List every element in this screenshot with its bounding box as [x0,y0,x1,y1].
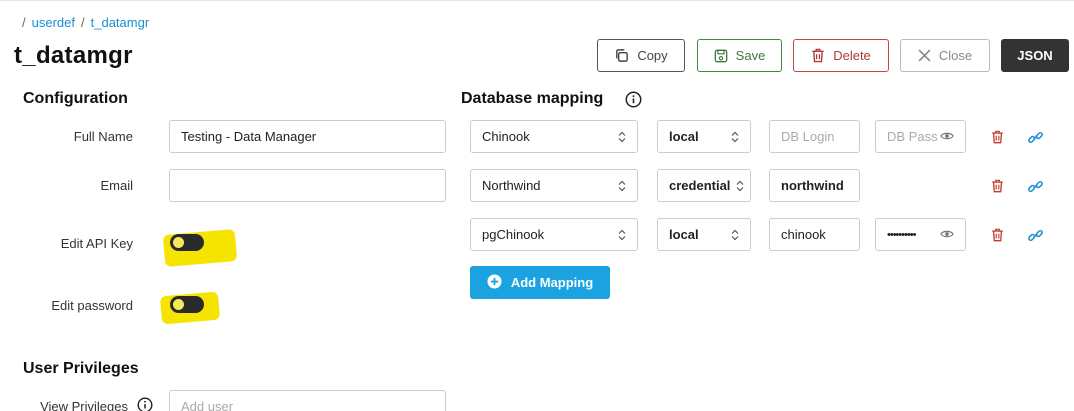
delete-mapping-icon[interactable] [988,177,1006,195]
mapping-password-placeholder: DB Pass [887,129,938,144]
trash-icon [811,48,825,63]
mapping-database-select[interactable]: Chinook [470,120,638,153]
copy-icon [614,48,629,63]
delete-mapping-icon[interactable] [988,128,1006,146]
database-mapping-title: Database mapping [461,90,604,107]
delete-button[interactable]: Delete [793,39,889,72]
edit-password-label: Edit password [51,298,133,313]
toggle-knob [173,237,184,248]
full-name-label: Full Name [73,129,133,144]
add-mapping-button[interactable]: Add Mapping [470,266,610,299]
mapping-database-select[interactable]: Northwind [470,169,638,202]
mapping-login-input[interactable]: northwind [769,169,860,202]
mapping-database-value: pgChinook [482,227,545,242]
copy-button[interactable]: Copy [597,39,685,72]
configuration-title: Configuration [23,90,128,107]
mapping-type-select[interactable]: local [657,218,751,251]
edit-api-key-label: Edit API Key [60,236,133,251]
mapping-login-input[interactable]: DB Login [769,120,860,153]
mapping-database-select[interactable]: pgChinook [470,218,638,251]
mapping-database-value: Northwind [482,178,541,193]
add-mapping-label: Add Mapping [510,275,594,290]
eye-icon[interactable] [940,129,954,144]
mapping-type-value: local [669,129,699,144]
mapping-type-value: local [669,227,699,242]
info-icon[interactable] [137,397,153,411]
close-icon [918,49,931,62]
delete-button-label: Delete [833,48,871,63]
delete-mapping-icon[interactable] [988,226,1006,244]
breadcrumb-separator: / [22,15,26,30]
breadcrumb: / userdef / t_datamgr [22,15,149,30]
full-name-input[interactable]: Testing - Data Manager [169,120,446,153]
link-icon[interactable] [1026,177,1044,195]
plus-circle-icon [487,273,502,292]
toggle-knob [173,299,184,310]
copy-button-label: Copy [637,48,668,63]
link-icon[interactable] [1026,128,1044,146]
breadcrumb-current-link[interactable]: t_datamgr [91,15,150,30]
link-icon[interactable] [1026,226,1044,244]
breadcrumb-separator: / [81,15,85,30]
email-label: Email [100,178,133,193]
page-title: t_datamgr [14,42,133,69]
breadcrumb-userdef-link[interactable]: userdef [32,15,75,30]
email-input[interactable] [169,169,446,202]
eye-icon[interactable] [940,227,954,242]
top-border [0,0,1074,1]
edit-api-key-toggle[interactable] [170,234,204,251]
mapping-type-select[interactable]: credential [657,169,751,202]
view-privileges-input[interactable]: Add user [169,390,446,411]
mapping-login-input[interactable]: chinook [769,218,860,251]
info-icon[interactable] [625,91,642,113]
close-button[interactable]: Close [900,39,990,72]
mapping-type-select[interactable]: local [657,120,751,153]
save-button[interactable]: Save [697,39,782,72]
chevron-updown-icon [731,131,739,143]
user-privileges-title: User Privileges [23,360,139,377]
chevron-updown-icon [618,131,626,143]
save-icon [714,49,728,63]
chevron-updown-icon [731,229,739,241]
chevron-updown-icon [618,229,626,241]
mapping-database-value: Chinook [482,129,530,144]
mapping-password-input[interactable]: •••••••••• [875,218,966,251]
chevron-updown-icon [736,180,744,192]
mapping-type-value: credential [669,178,731,193]
mapping-password-input[interactable]: DB Pass [875,120,966,153]
edit-password-toggle[interactable] [170,296,204,313]
mapping-password-value: •••••••••• [887,228,916,241]
chevron-updown-icon [618,180,626,192]
close-button-label: Close [938,48,973,63]
json-button[interactable]: JSON [1001,39,1069,72]
save-button-label: Save [735,48,766,63]
view-privileges-label: View Privileges [40,399,128,411]
